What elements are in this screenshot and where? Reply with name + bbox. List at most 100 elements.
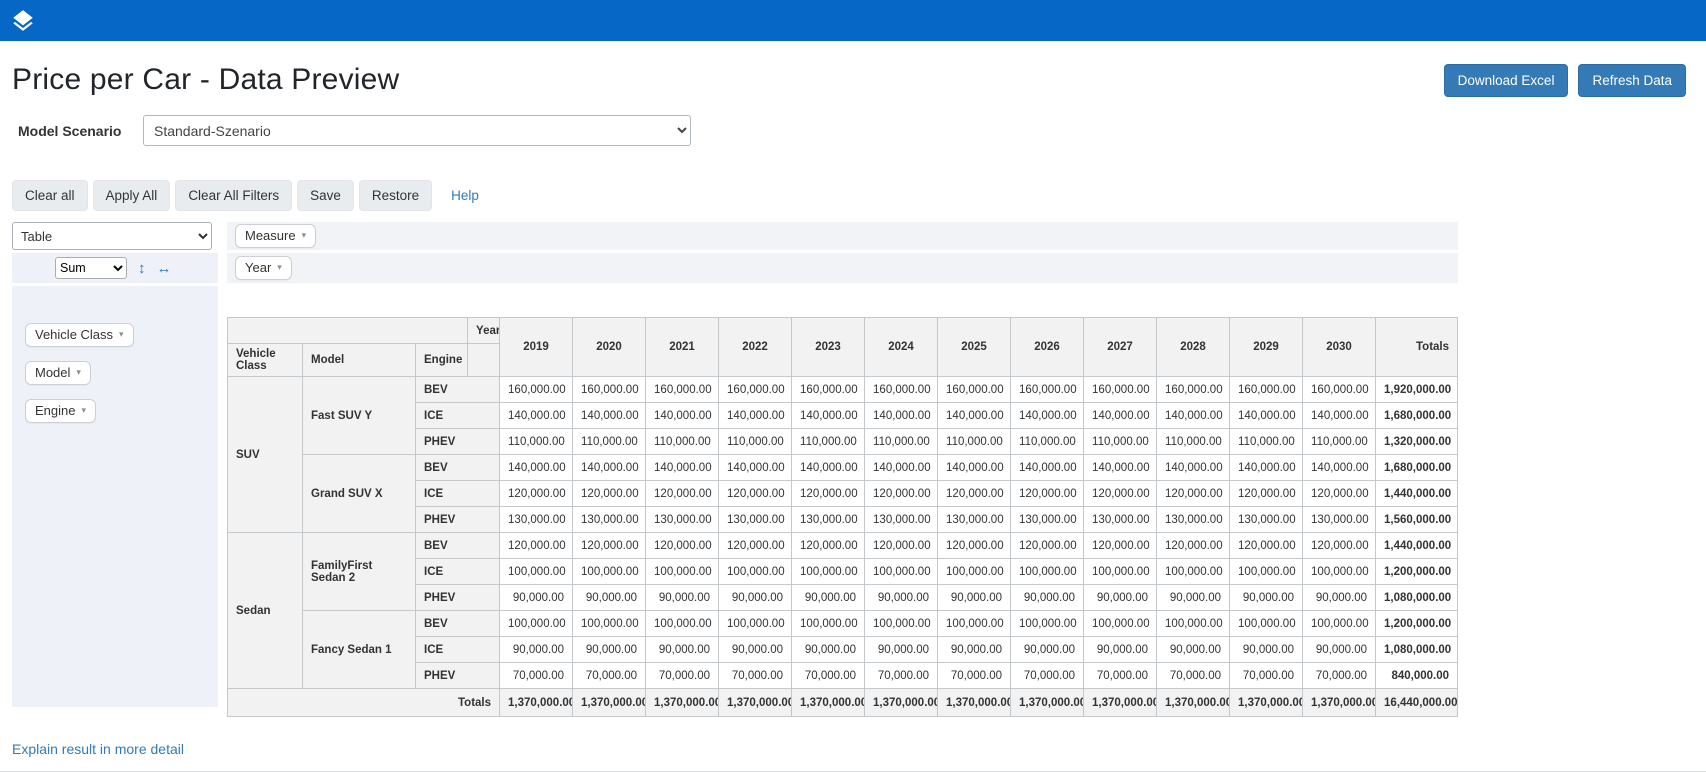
year-column-header: 2023 xyxy=(792,318,865,377)
year-column-header: 2027 xyxy=(1084,318,1157,377)
price-cell: 140,000.00 xyxy=(646,455,719,481)
price-cell: 140,000.00 xyxy=(1303,455,1376,481)
price-cell: 140,000.00 xyxy=(1230,455,1303,481)
price-cell: 120,000.00 xyxy=(938,533,1011,559)
refresh-data-button[interactable]: Refresh Data xyxy=(1578,64,1686,97)
attribute-pill-engine[interactable]: Engine▾ xyxy=(25,399,96,423)
price-cell: 160,000.00 xyxy=(719,377,792,403)
row-axis-header-engine: Engine xyxy=(416,344,468,377)
totals-row-cell: 1,370,000.00 xyxy=(1157,689,1230,717)
price-cell: 100,000.00 xyxy=(1157,611,1230,637)
price-cell: 120,000.00 xyxy=(1230,533,1303,559)
price-cell: 100,000.00 xyxy=(719,611,792,637)
price-cell: 70,000.00 xyxy=(792,663,865,689)
attribute-pill-year[interactable]: Year▾ xyxy=(235,256,292,280)
download-excel-button[interactable]: Download Excel xyxy=(1444,64,1569,97)
price-cell: 120,000.00 xyxy=(865,481,938,507)
model-scenario-select[interactable]: Standard-Szenario xyxy=(143,115,691,146)
year-column-header: 2024 xyxy=(865,318,938,377)
aggregator-area: Sum ↕ ↔ xyxy=(12,253,218,283)
layers-icon[interactable] xyxy=(10,8,36,34)
renderer-select[interactable]: Table xyxy=(12,222,212,250)
vehicle-class-cell: Sedan xyxy=(228,533,303,689)
aggregator-select[interactable]: Sum xyxy=(55,257,127,279)
chevron-down-icon[interactable]: ▾ xyxy=(119,329,124,340)
price-cell: 90,000.00 xyxy=(646,585,719,611)
chevron-down-icon[interactable]: ▾ xyxy=(81,405,86,416)
price-cell: 70,000.00 xyxy=(719,663,792,689)
price-cell: 90,000.00 xyxy=(500,585,573,611)
price-cell: 90,000.00 xyxy=(1011,585,1084,611)
price-cell: 120,000.00 xyxy=(1011,533,1084,559)
price-cell: 90,000.00 xyxy=(865,585,938,611)
price-cell: 120,000.00 xyxy=(792,533,865,559)
clear-all-button[interactable]: Clear all xyxy=(12,180,88,211)
price-cell: 140,000.00 xyxy=(719,403,792,429)
attribute-pill-model[interactable]: Model▾ xyxy=(25,361,91,385)
price-cell: 100,000.00 xyxy=(1084,559,1157,585)
price-cell: 120,000.00 xyxy=(573,481,646,507)
price-cell: 100,000.00 xyxy=(500,559,573,585)
price-cell: 140,000.00 xyxy=(1157,455,1230,481)
price-cell: 90,000.00 xyxy=(719,585,792,611)
price-cell: 160,000.00 xyxy=(938,377,1011,403)
engine-cell: ICE xyxy=(416,403,500,429)
price-cell: 140,000.00 xyxy=(1303,403,1376,429)
pill-label: Measure xyxy=(245,228,296,243)
price-cell: 130,000.00 xyxy=(865,507,938,533)
totals-row-cell: 1,370,000.00 xyxy=(865,689,938,717)
engine-cell: PHEV xyxy=(416,429,500,455)
chevron-down-icon[interactable]: ▾ xyxy=(302,230,307,241)
price-cell: 160,000.00 xyxy=(1084,377,1157,403)
price-cell: 160,000.00 xyxy=(1230,377,1303,403)
year-column-header: 2029 xyxy=(1230,318,1303,377)
price-cell: 100,000.00 xyxy=(573,559,646,585)
row-total-cell: 1,680,000.00 xyxy=(1376,403,1458,429)
price-cell: 70,000.00 xyxy=(865,663,938,689)
model-cell: FamilyFirst Sedan 2 xyxy=(303,533,416,611)
price-cell: 120,000.00 xyxy=(1084,533,1157,559)
price-cell: 110,000.00 xyxy=(573,429,646,455)
save-button[interactable]: Save xyxy=(297,180,354,211)
clear-all-filters-button[interactable]: Clear All Filters xyxy=(175,180,292,211)
price-cell: 160,000.00 xyxy=(1157,377,1230,403)
price-cell: 110,000.00 xyxy=(500,429,573,455)
price-cell: 90,000.00 xyxy=(1303,637,1376,663)
help-link[interactable]: Help xyxy=(451,188,479,203)
price-cell: 100,000.00 xyxy=(573,611,646,637)
totals-row-cell: 1,370,000.00 xyxy=(573,689,646,717)
sort-cols-icon[interactable]: ↔ xyxy=(157,261,172,276)
vehicle-class-cell: SUV xyxy=(228,377,303,533)
engine-cell: BEV xyxy=(416,377,500,403)
table-row: SedanFamilyFirst Sedan 2BEV120,000.00120… xyxy=(228,533,1458,559)
renderer-area: Table xyxy=(12,222,218,250)
price-cell: 100,000.00 xyxy=(938,611,1011,637)
year-axis-spacer-cell xyxy=(468,344,500,377)
apply-all-button[interactable]: Apply All xyxy=(93,180,171,211)
price-cell: 140,000.00 xyxy=(500,455,573,481)
year-column-header: 2022 xyxy=(719,318,792,377)
row-total-cell: 1,440,000.00 xyxy=(1376,533,1458,559)
row-total-cell: 1,080,000.00 xyxy=(1376,585,1458,611)
row-total-cell: 1,680,000.00 xyxy=(1376,455,1458,481)
price-cell: 120,000.00 xyxy=(1084,481,1157,507)
sort-rows-icon[interactable]: ↕ xyxy=(138,261,146,276)
price-cell: 120,000.00 xyxy=(1157,481,1230,507)
price-cell: 130,000.00 xyxy=(938,507,1011,533)
chevron-down-icon[interactable]: ▾ xyxy=(277,262,282,273)
totals-row-label: Totals xyxy=(228,689,500,717)
attribute-pill-measure[interactable]: Measure ▾ xyxy=(235,224,316,248)
price-cell: 160,000.00 xyxy=(646,377,719,403)
price-cell: 120,000.00 xyxy=(1011,481,1084,507)
totals-row-cell: 1,370,000.00 xyxy=(500,689,573,717)
chevron-down-icon[interactable]: ▾ xyxy=(76,367,81,378)
attribute-pill-vehicle-class[interactable]: Vehicle Class▾ xyxy=(25,323,134,347)
restore-button[interactable]: Restore xyxy=(359,180,432,211)
pivot-table: Year201920202021202220232024202520262027… xyxy=(227,317,1458,717)
row-total-cell: 1,200,000.00 xyxy=(1376,611,1458,637)
price-cell: 110,000.00 xyxy=(1084,429,1157,455)
model-cell: Grand SUV X xyxy=(303,455,416,533)
row-total-cell: 840,000.00 xyxy=(1376,663,1458,689)
price-cell: 160,000.00 xyxy=(573,377,646,403)
price-cell: 120,000.00 xyxy=(1303,533,1376,559)
